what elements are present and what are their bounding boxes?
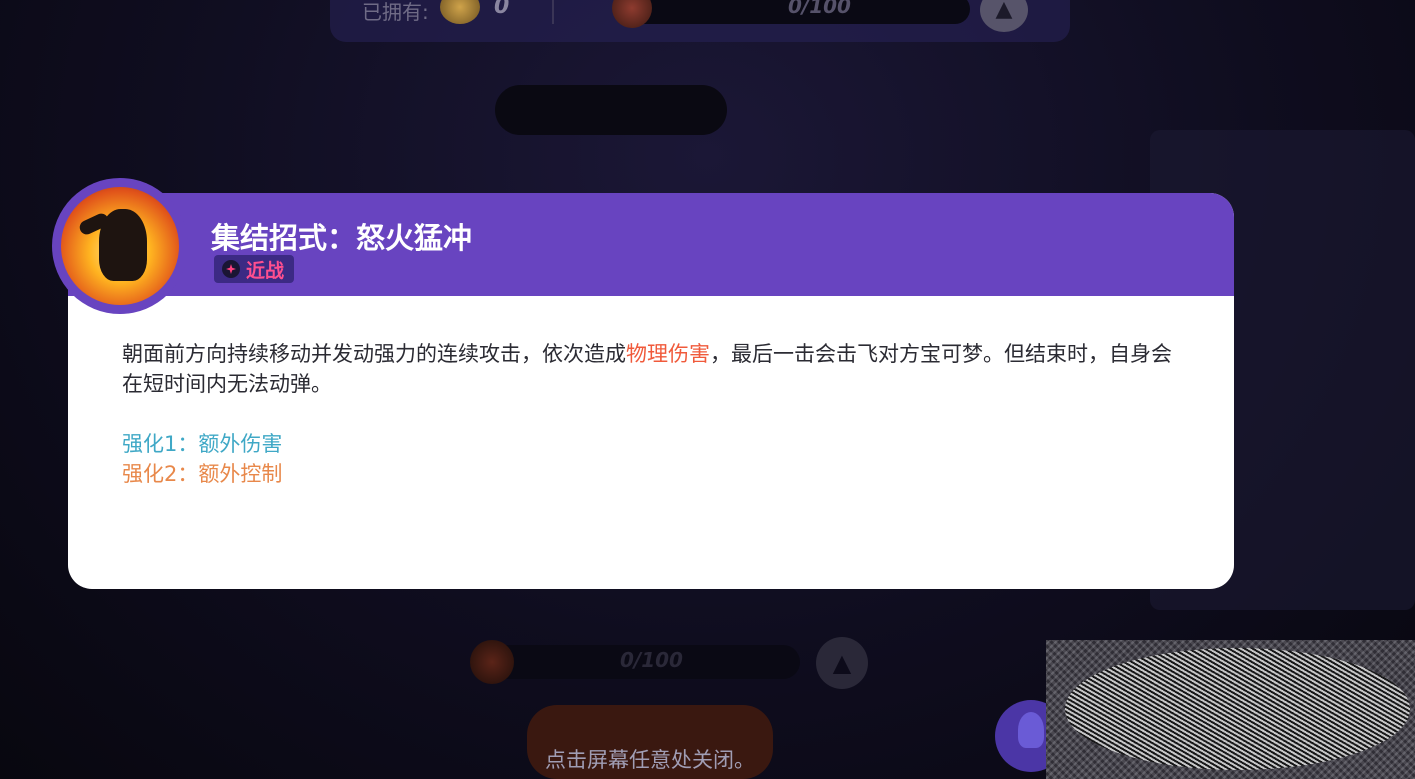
bottom-progress-text: 0/100: [620, 648, 683, 672]
skill-icon: [61, 187, 179, 305]
skill-title: 集结招式：怒火猛冲: [211, 221, 473, 255]
description-text-1: 朝面前方向持续移动并发动强力的连续攻击，依次造成: [122, 342, 626, 366]
owned-count: 0: [494, 0, 510, 19]
skill-detail-card: 集结招式：怒火猛冲 近战 朝面前方向持续移动并发动强力的连续攻击，依次造成物理伤…: [68, 193, 1234, 589]
owned-label: 已拥有:: [362, 0, 429, 24]
enhancement-1: 强化1：额外伤害: [122, 432, 283, 456]
description-highlight: 物理伤害: [626, 342, 710, 366]
bottom-medal-icon: [470, 640, 514, 684]
bottom-upgrade-arrow-icon[interactable]: ▲: [816, 637, 868, 689]
top-progress-text: 0/100: [788, 0, 851, 18]
enhancement-2: 强化2：额外控制: [122, 462, 283, 486]
skill-type-tag: 近战: [214, 255, 295, 283]
melee-icon: [222, 260, 240, 278]
skill-description: 朝面前方向持续移动并发动强力的连续攻击，依次造成物理伤害，最后一击会击飞对方宝可…: [122, 339, 1192, 399]
skill-type-label: 近战: [246, 259, 285, 282]
topbar-divider: [552, 0, 554, 24]
background-capsule: [495, 85, 727, 135]
lightbulb-icon: [1018, 712, 1044, 748]
card-header: 集结招式：怒火猛冲 近战: [68, 193, 1234, 296]
obscured-watermark: [1065, 648, 1410, 770]
